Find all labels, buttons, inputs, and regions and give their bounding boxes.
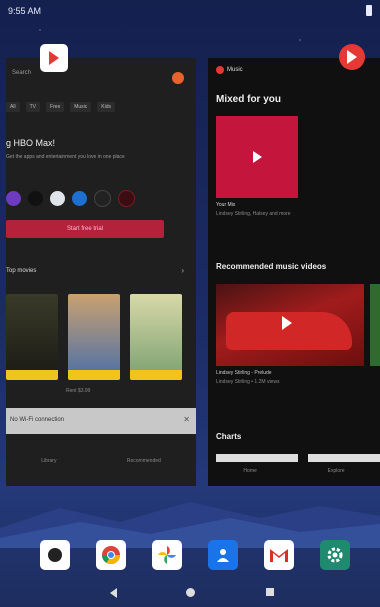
gmail-icon[interactable]	[264, 540, 294, 570]
recents-icon[interactable]	[266, 588, 274, 596]
status-bar: 9:55 AM	[0, 0, 380, 22]
offline-banner: No Wi-Fi connection ✕	[6, 408, 196, 434]
bottom-nav-left: Library Recommended	[6, 458, 196, 464]
poster-row	[6, 294, 182, 380]
nav-recommended[interactable]: Recommended	[127, 458, 161, 464]
video-subtitle: Lindsey Stirling • 1.2M views	[216, 379, 280, 385]
play-movies-app-icon[interactable]	[40, 44, 68, 72]
promo-button[interactable]: Start free trial	[6, 220, 164, 238]
poster[interactable]	[130, 294, 182, 380]
service-logo-icon	[28, 191, 43, 206]
recommended-heading: Recommended music videos	[216, 262, 327, 271]
chart-tile[interactable]	[308, 454, 380, 462]
wallpaper-mountains	[0, 502, 380, 548]
promo-title: g HBO Max!	[6, 138, 56, 148]
chip-tv[interactable]: TV	[25, 102, 40, 112]
home-icon[interactable]	[186, 588, 195, 597]
close-icon[interactable]: ✕	[183, 415, 190, 424]
battery-icon	[366, 5, 372, 16]
charts-heading: Charts	[216, 432, 242, 441]
contacts-icon[interactable]	[208, 540, 238, 570]
chip-music[interactable]: Music	[70, 102, 92, 112]
recent-app-card-right[interactable]: Music Mixed for you Your Mix Lindsey Sti…	[208, 58, 380, 486]
mix-title: Your Mix	[216, 202, 236, 208]
chip-kids[interactable]: Kids	[97, 102, 116, 112]
system-nav-bar	[0, 583, 380, 607]
status-time: 9:55 AM	[8, 6, 42, 16]
promo-subtitle: Get the apps and entertainment you love …	[6, 154, 125, 160]
service-logo-icon	[72, 191, 87, 206]
music-logo-icon	[216, 66, 224, 74]
service-logos	[6, 190, 135, 207]
chip-all[interactable]: All	[6, 102, 20, 112]
play-icon	[347, 50, 357, 64]
play-icon	[49, 51, 59, 65]
section-title: Top movies	[6, 268, 37, 274]
music-logo: Music	[216, 66, 243, 74]
mix-subtitle: Lindsey Stirling, Halsey and more	[216, 211, 291, 217]
chrome-icon[interactable]	[96, 540, 126, 570]
service-logo-icon	[118, 190, 135, 207]
category-chips: All TV Free Music Kids	[6, 102, 116, 112]
settings-icon[interactable]	[320, 540, 350, 570]
nav-library[interactable]: Library	[41, 458, 56, 464]
search-placeholder: Search	[12, 70, 32, 76]
music-app-name: Music	[227, 67, 243, 73]
avatar[interactable]	[172, 72, 184, 84]
nav-explore[interactable]: Explore	[328, 468, 345, 474]
poster[interactable]	[68, 294, 120, 380]
mixed-heading: Mixed for you	[216, 94, 282, 105]
chip-free[interactable]: Free	[45, 102, 65, 112]
chart-tile[interactable]	[216, 454, 298, 462]
play-icon	[252, 151, 262, 163]
service-logo-icon	[6, 191, 21, 206]
recent-app-card-left[interactable]: Search All TV Free Music Kids g HBO Max!…	[6, 58, 196, 486]
video-thumbnail[interactable]	[216, 284, 364, 366]
back-icon[interactable]	[110, 588, 117, 598]
poster[interactable]	[6, 294, 58, 380]
poster-caption: Rent $3.99	[66, 388, 91, 394]
photos-icon[interactable]	[152, 540, 182, 570]
service-logo-icon	[50, 191, 65, 206]
dock	[0, 540, 380, 580]
video-title: Lindsey Stirling - Prelude	[216, 370, 272, 376]
music-app-icon[interactable]	[339, 44, 365, 70]
chevron-right-icon[interactable]: ›	[181, 266, 184, 275]
video-thumbnail-next[interactable]	[370, 284, 380, 366]
service-logo-icon	[94, 190, 111, 207]
search-row[interactable]: Search	[6, 66, 196, 86]
bottom-nav-right: Home Explore	[208, 468, 380, 474]
camera-icon[interactable]	[40, 540, 70, 570]
play-icon	[282, 316, 292, 330]
offline-banner-text: No Wi-Fi connection	[10, 417, 65, 423]
mix-cover[interactable]	[216, 116, 298, 198]
nav-home[interactable]: Home	[243, 468, 256, 474]
